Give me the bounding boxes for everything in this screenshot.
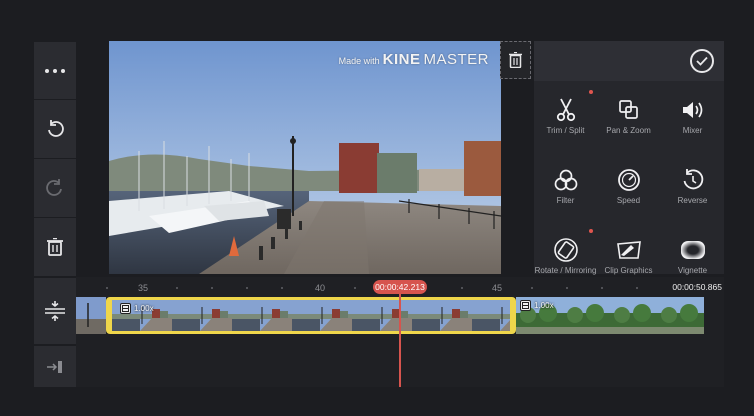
- clip-type-icon: [520, 300, 531, 311]
- tick-dot: [531, 287, 533, 289]
- kinemaster-watermark: Made with KINE MASTER: [339, 51, 489, 68]
- new-indicator-dot: [589, 229, 593, 233]
- trash-icon: [47, 238, 63, 256]
- clip-type-icon: [120, 303, 131, 314]
- tick-label: 40: [315, 283, 326, 293]
- jump-to-end-button[interactable]: [34, 346, 76, 387]
- tick-dot: [281, 287, 283, 289]
- tool-label: Rotate / Mirroring: [534, 266, 597, 275]
- tool-label: Pan & Zoom: [606, 126, 651, 135]
- tick-dot: [176, 287, 178, 289]
- confirm-button[interactable]: [690, 49, 714, 73]
- video-preview[interactable]: Made with KINE MASTER: [109, 41, 501, 274]
- trash-icon: [509, 52, 522, 68]
- watermark-prefix: Made with: [338, 56, 380, 66]
- rotate-icon: [553, 238, 578, 262]
- more-options-button[interactable]: [34, 42, 76, 100]
- tool-label: Filter: [556, 196, 575, 205]
- clip-graphics-icon: [616, 241, 641, 259]
- timeline-expand-button[interactable]: [34, 278, 76, 345]
- clip-speed: 1.00x: [534, 301, 554, 310]
- mixer-tool[interactable]: Mixer: [661, 84, 724, 152]
- tick-dot: [601, 287, 603, 289]
- tool-label: Vignette: [677, 266, 708, 275]
- watermark-brand-light: MASTER: [423, 51, 489, 68]
- filter-icon: [554, 169, 577, 191]
- panel-header: [534, 41, 724, 81]
- tick-dot: [461, 287, 463, 289]
- clip-speed: 1.00x: [134, 304, 154, 313]
- tool-label: Mixer: [682, 126, 703, 135]
- tick-dot: [106, 287, 108, 289]
- pan-zoom-icon: [618, 100, 638, 119]
- new-indicator-dot: [589, 90, 593, 94]
- speedometer-icon: [617, 169, 640, 191]
- delete-clip-button[interactable]: [500, 41, 531, 79]
- reverse-tool[interactable]: Reverse: [661, 154, 724, 222]
- tick-dot: [211, 287, 213, 289]
- clip-info-badge: 1.00x: [520, 300, 554, 311]
- filter-tool[interactable]: Filter: [534, 154, 597, 222]
- timeline-clip-previous[interactable]: [76, 297, 106, 334]
- left-toolbar: [34, 42, 76, 387]
- tick-label: 35: [138, 283, 149, 293]
- watermark-brand-bold: KINE: [382, 51, 421, 68]
- clip-edit-panel: Trim / Split Pan & Zoom Mixer Filter Spe…: [534, 41, 724, 275]
- tool-label: Trim / Split: [546, 126, 585, 135]
- tool-label: Speed: [616, 196, 641, 205]
- redo-button[interactable]: [34, 159, 76, 218]
- undo-button[interactable]: [34, 100, 76, 159]
- reverse-icon: [683, 169, 703, 190]
- speaker-icon: [682, 102, 702, 118]
- total-duration: 00:00:50.865: [672, 282, 722, 292]
- delete-button[interactable]: [34, 218, 76, 276]
- timeline[interactable]: 35 40 45 00:00:42.213 00:00:50.865 1.00x…: [76, 277, 724, 387]
- current-time-badge[interactable]: 00:00:42.213: [373, 280, 427, 294]
- preview-frame-image: [109, 41, 501, 274]
- tick-dot: [354, 287, 356, 289]
- trim-split-tool[interactable]: Trim / Split: [534, 84, 597, 152]
- timeline-clip-next[interactable]: 1.00x: [516, 297, 704, 334]
- check-circle-icon: [696, 56, 708, 66]
- clip-thumbnails: [112, 300, 510, 331]
- scissors-icon: [556, 98, 575, 122]
- undo-icon: [48, 120, 64, 137]
- speed-tool[interactable]: Speed: [597, 154, 660, 222]
- clip-thumbnail: [76, 297, 106, 334]
- pan-zoom-tool[interactable]: Pan & Zoom: [597, 84, 660, 152]
- tool-label: Reverse: [677, 196, 708, 205]
- vignette-icon: [680, 241, 705, 259]
- tool-label: Clip Graphics: [604, 266, 653, 275]
- tick-dot: [636, 287, 638, 289]
- timeline-clip-selected[interactable]: 1.00x: [106, 297, 516, 334]
- expand-vertical-icon: [45, 301, 65, 321]
- tick-dot: [566, 287, 568, 289]
- clip-info-badge: 1.00x: [120, 303, 154, 314]
- redo-icon: [46, 179, 62, 196]
- jump-end-icon: [47, 360, 62, 373]
- playhead[interactable]: [399, 294, 401, 387]
- ellipsis-icon: [45, 68, 65, 73]
- tick-label: 45: [492, 283, 503, 293]
- tick-dot: [246, 287, 248, 289]
